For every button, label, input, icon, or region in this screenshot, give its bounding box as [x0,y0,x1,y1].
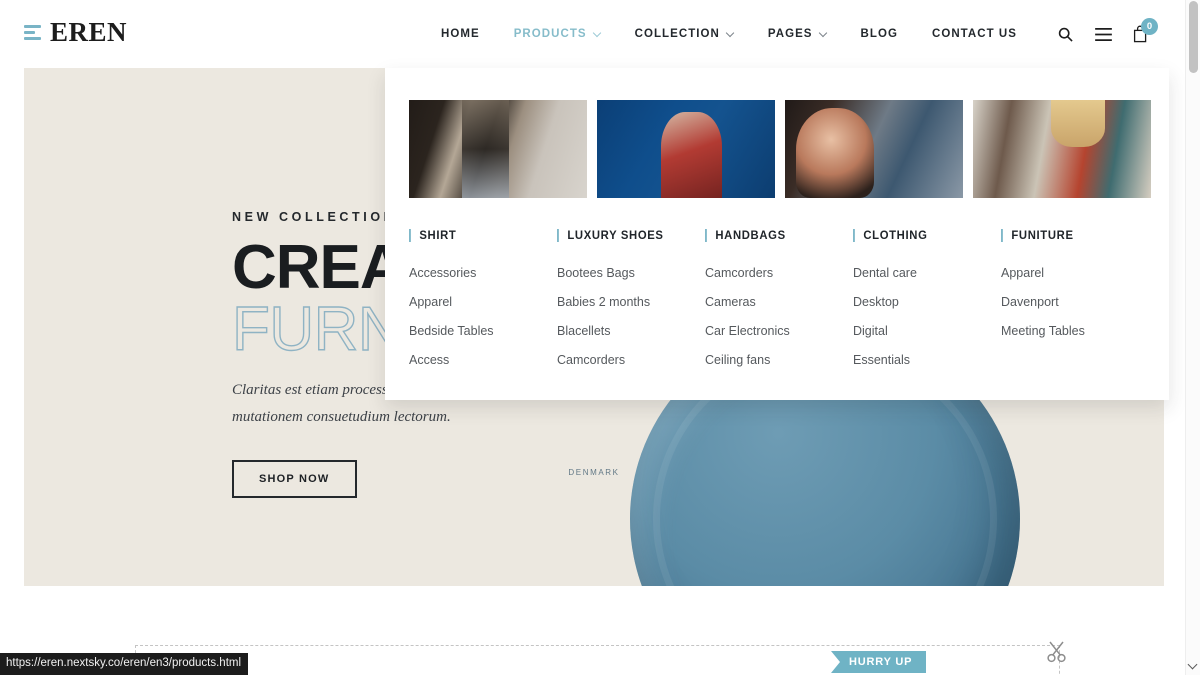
woman-in-street-photo[interactable] [409,100,587,198]
nav-label-blog: BLOG [860,28,898,40]
cart-count-badge: 0 [1141,18,1158,35]
column-title: FUNITURE [1011,228,1074,242]
column-title: CLOTHING [863,228,928,242]
column-heading[interactable]: CLOTHING [853,228,992,242]
list-item[interactable]: Apparel [1001,264,1149,283]
mega-menu-column-shirt: SHIRT Accessories Apparel Bedside Tables… [409,228,557,380]
shopping-bag-icon[interactable]: 0 [1122,15,1160,53]
browser-page: EREN HOME PRODUCTS COLLECTION PAGES BLOG [0,0,1200,675]
mega-menu-column-luxury-shoes: LUXURY SHOES Bootees Bags Babies 2 month… [557,228,705,380]
column-link-list: Bootees Bags Babies 2 months Blacellets … [557,264,705,370]
nav-item-pages[interactable]: PAGES [751,28,844,40]
nav-item-products[interactable]: PRODUCTS [497,28,618,40]
accent-bar-icon [1001,228,1003,242]
nav-item-blog[interactable]: BLOG [844,28,915,40]
scissors-icon [1046,640,1068,669]
mega-menu-column-clothing: CLOTHING Dental care Desktop Digital Ess… [853,228,1001,380]
page-scrollbar[interactable] [1185,0,1200,675]
list-item[interactable]: Car Electronics [705,322,853,341]
list-item[interactable]: Apparel [409,293,557,312]
column-title: HANDBAGS [715,228,786,242]
chevron-down-icon[interactable] [1189,660,1198,669]
list-item[interactable]: Ceiling fans [705,351,853,370]
nav-label-products: PRODUCTS [513,28,587,40]
nav-item-collection[interactable]: COLLECTION [618,28,751,40]
main-navigation: HOME PRODUCTS COLLECTION PAGES BLOG CONT… [424,0,1160,68]
column-title: SHIRT [419,228,457,242]
nav-label-collection: COLLECTION [634,28,720,40]
chevron-down-icon [727,30,734,37]
logo-text: EREN [50,17,128,47]
list-item[interactable]: Davenport [1001,293,1149,312]
list-item[interactable]: Meeting Tables [1001,322,1149,341]
column-link-list: Accessories Apparel Bedside Tables Acces… [409,264,557,370]
list-item[interactable]: Desktop [853,293,1001,312]
column-title: LUXURY SHOES [567,228,664,242]
nav-label-pages: PAGES [767,28,813,40]
chevron-down-icon [820,30,827,37]
list-item[interactable]: Camcorders [557,351,705,370]
nav-label-home: HOME [440,28,480,40]
nav-item-contact-us[interactable]: CONTACT US [915,28,1034,40]
nav-label-contact-us: CONTACT US [931,28,1017,40]
accent-bar-icon [409,228,411,242]
column-link-list: Apparel Davenport Meeting Tables [1001,264,1149,341]
mega-menu-columns: SHIRT Accessories Apparel Bedside Tables… [409,228,1149,380]
list-item[interactable]: Cameras [705,293,853,312]
woman-on-blue-background-photo[interactable] [597,100,775,198]
list-item[interactable]: Digital [853,322,1001,341]
column-heading[interactable]: FUNITURE [1001,228,1140,242]
mega-menu-column-handbags: HANDBAGS Camcorders Cameras Car Electron… [705,228,853,380]
scrollbar-thumb[interactable] [1189,1,1198,73]
nav-item-home[interactable]: HOME [424,28,497,40]
woman-with-sunglasses-photo[interactable] [785,100,963,198]
list-item[interactable]: Camcorders [705,264,853,283]
hero-product-label: DENMARK [568,468,620,477]
chevron-down-icon [594,30,601,37]
shop-now-button[interactable]: SHOP NOW [232,459,357,498]
column-heading[interactable]: HANDBAGS [705,228,844,242]
site-logo[interactable]: EREN [24,19,127,46]
woman-in-patterned-blanket-photo[interactable] [973,100,1151,198]
mega-menu-column-funiture: FUNITURE Apparel Davenport Meeting Table… [1001,228,1149,380]
header-icons: 0 [1046,15,1160,53]
column-link-list: Camcorders Cameras Car Electronics Ceili… [705,264,853,370]
list-item[interactable]: Bootees Bags [557,264,705,283]
search-icon[interactable] [1046,15,1084,53]
accent-bar-icon [705,228,707,242]
three-lines-icon [24,25,41,40]
mega-menu-image-row [409,100,1151,198]
column-heading[interactable]: LUXURY SHOES [557,228,696,242]
products-mega-menu: SHIRT Accessories Apparel Bedside Tables… [385,68,1169,400]
site-header: EREN HOME PRODUCTS COLLECTION PAGES BLOG [0,0,1188,68]
column-link-list: Dental care Desktop Digital Essentials [853,264,1001,370]
accent-bar-icon [557,228,559,242]
accent-bar-icon [853,228,855,242]
hurry-up-ribbon[interactable]: HURRY UP [831,651,927,673]
list-item[interactable]: Dental care [853,264,1001,283]
hamburger-icon[interactable] [1084,15,1122,53]
list-item[interactable]: Accessories [409,264,557,283]
column-heading[interactable]: SHIRT [409,228,548,242]
list-item[interactable]: Babies 2 months [557,293,705,312]
list-item[interactable]: Bedside Tables [409,322,557,341]
browser-status-bar: https://eren.nextsky.co/eren/en3/product… [0,652,249,675]
list-item[interactable]: Access [409,351,557,370]
list-item[interactable]: Blacellets [557,322,705,341]
list-item[interactable]: Essentials [853,351,1001,370]
